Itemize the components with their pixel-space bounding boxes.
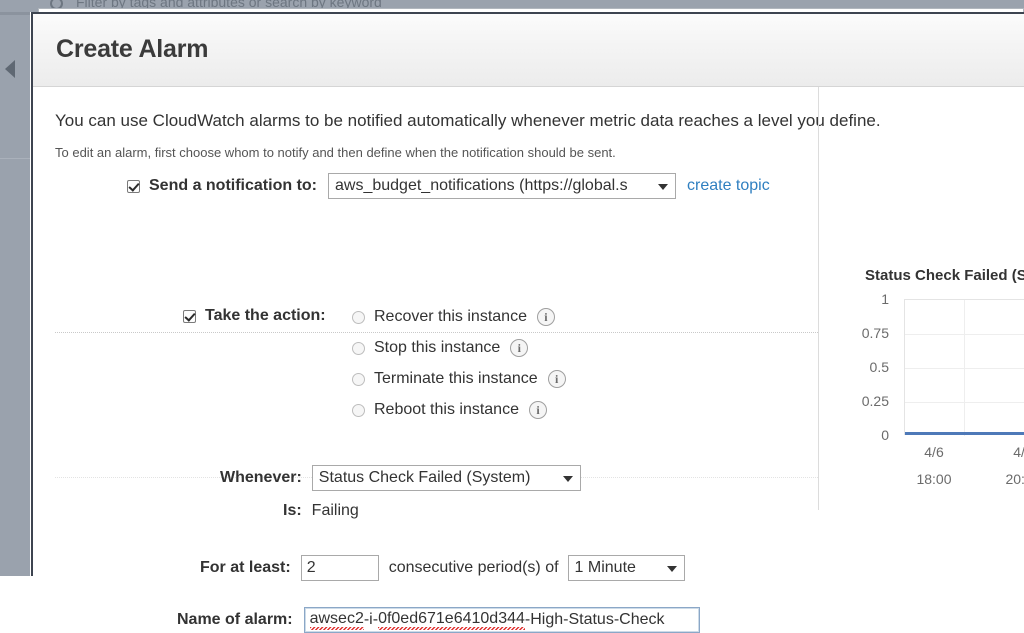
rail-divider [0,158,30,159]
evaluation-periods-input[interactable]: 2 [300,555,379,581]
alarm-name-label: Name of alarm: [177,611,293,628]
y-tick-label: 0.25 [861,393,889,409]
alarm-name-value-part-2: 0f0ed671e6410d344 [378,610,525,630]
period-select[interactable]: 1 Minute [567,555,685,581]
alarm-name-value-part-3: -High-Status-Check [524,611,665,628]
for-at-least-row: For at least: 2 consecutive period(s) of… [200,555,685,581]
info-icon[interactable]: i [528,401,547,419]
y-tick-label: 1 [881,291,889,307]
x-tick-date: 4/6 [924,444,944,460]
send-notification-label: Send a notification to: [149,177,317,194]
left-rail [0,12,30,576]
alarm-name-input[interactable]: awsec2 -i- 0f0ed671e6410d344 -High-Status-C… [303,607,700,633]
notification-topic-select[interactable]: aws_budget_notifications (https://global… [328,173,676,199]
action-option-label: Recover this instance [374,308,527,325]
send-notification-checkbox[interactable] [127,179,140,193]
take-action-label: Take the action: [205,307,326,324]
chart-y-axis: 1 0.75 0.5 0.25 0 [819,291,897,443]
take-action-checkbox[interactable] [183,309,196,323]
x-tick-date: 4/6 [1013,444,1024,460]
radio-stop-instance[interactable] [352,341,365,355]
page-title: Create Alarm [56,35,209,63]
dialog-header: Create Alarm [33,14,1024,87]
evaluation-periods-value: 2 [306,559,316,576]
alarm-name-value-part-1: awsec2 [309,610,364,630]
chart-title: Status Check Failed (Syst [865,267,1024,284]
action-option-label: Terminate this instance [374,370,538,387]
screen-root: Filter by tags and attributes or search … [0,0,1024,633]
radio-recover-instance[interactable] [352,310,365,324]
x-tick-label: 4/6 18:00 [904,444,964,487]
action-option-recover[interactable]: Recover this instance i [352,308,555,326]
chart-series-line [905,432,1024,435]
radio-terminate-instance[interactable] [352,372,365,386]
info-icon[interactable]: i [510,339,529,357]
info-icon[interactable]: i [547,370,566,388]
chevron-down-icon [562,476,573,482]
is-value: Failing [311,502,359,519]
chevron-down-icon [666,566,677,572]
whenever-metric-value: Status Check Failed (System) [318,469,531,486]
whenever-label: Whenever: [220,469,302,486]
info-icon[interactable]: i [536,308,555,326]
y-tick-label: 0.75 [861,325,889,341]
alarm-name-row: Name of alarm: awsec2 -i- 0f0ed671e6410d34… [177,607,700,633]
x-tick-time: 18:00 [916,471,952,487]
x-tick-time: 20:00 [1005,471,1024,487]
chart-plot-area [904,299,1024,436]
create-alarm-dialog: Create Alarm You can use CloudWatch alar… [31,12,1024,633]
notification-topic-value: aws_budget_notifications (https://global… [335,177,628,194]
alarm-form: Send a notification to: aws_budget_notif… [33,87,818,633]
gridline [964,300,965,436]
alarm-name-value-sep-1: -i- [363,611,379,628]
whenever-metric-select[interactable]: Status Check Failed (System) [311,465,581,491]
y-tick-label: 0.5 [869,359,889,375]
is-row: Is: Failing [283,502,359,520]
radio-reboot-instance[interactable] [352,403,365,417]
x-tick-label: 4/6 20:00 [993,444,1024,487]
metric-preview-chart: Status Check Failed (Syst 1 0.75 0.5 0.2… [819,87,1024,576]
is-label: Is: [283,502,302,519]
consecutive-periods-label: consecutive period(s) of [388,559,559,576]
chevron-down-icon [658,184,668,190]
background-toolbar: Filter by tags and attributes or search … [0,0,1024,12]
period-value: 1 Minute [574,559,636,576]
action-option-label: Stop this instance [374,339,501,356]
dialog-body: You can use CloudWatch alarms to be noti… [33,87,1024,633]
action-option-reboot[interactable]: Reboot this instance i [352,401,547,419]
y-tick-label: 0 [881,427,889,443]
action-option-terminate[interactable]: Terminate this instance i [352,370,566,388]
action-option-stop[interactable]: Stop this instance i [352,339,529,357]
rail-top-segment [0,12,30,15]
take-action-row: Take the action: [183,307,326,325]
collapse-left-arrow-icon[interactable] [5,60,15,78]
whenever-row: Whenever: Status Check Failed (System) [220,465,581,491]
for-at-least-label: For at least: [200,559,291,576]
action-option-label: Reboot this instance [374,401,519,418]
notification-row: Send a notification to: aws_budget_notif… [127,173,770,199]
create-topic-link[interactable]: create topic [687,177,770,195]
